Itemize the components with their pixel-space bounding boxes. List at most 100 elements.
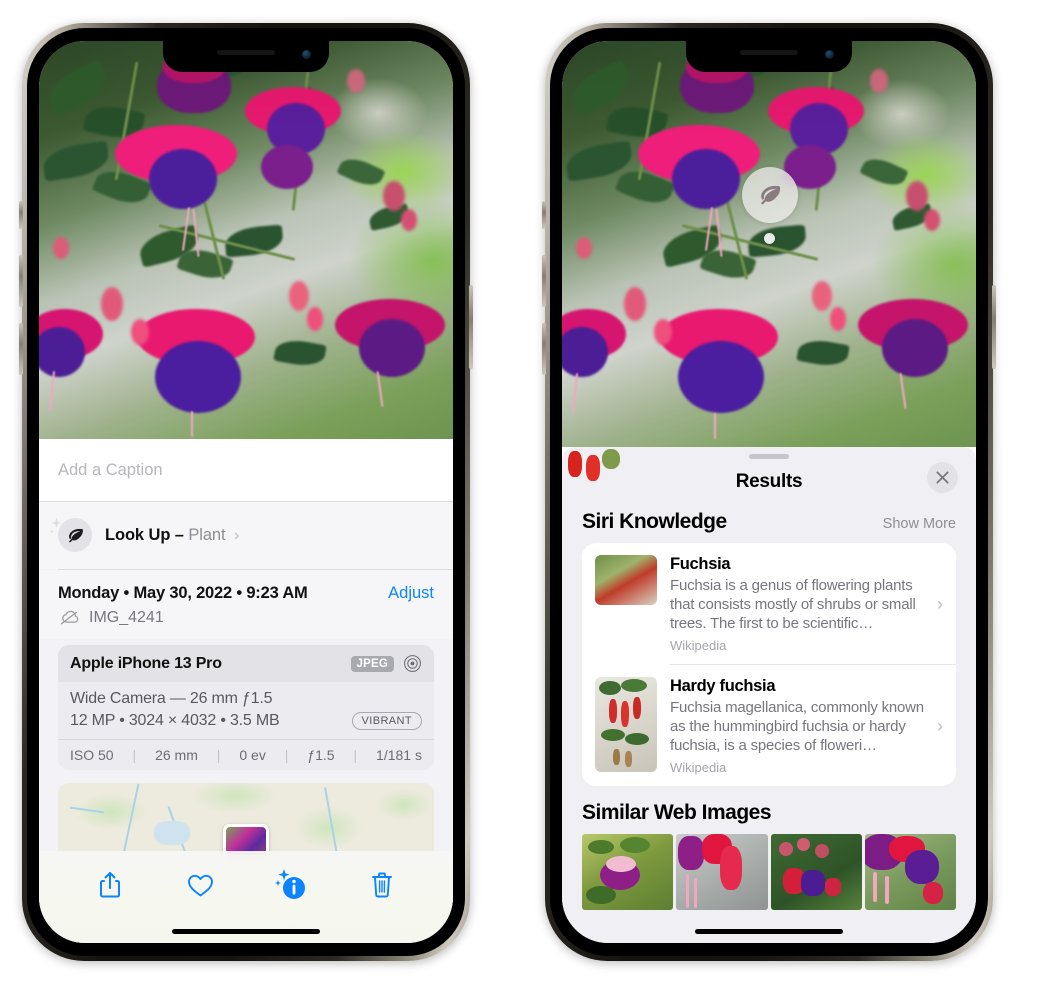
knowledge-title: Hardy fuchsia [670,677,776,695]
exif-row: ISO 50 | 26 mm | 0 ev | ƒ1.5 | 1/181 s [58,739,434,770]
leaf-icon [68,528,83,542]
front-camera-icon [302,50,311,59]
camera-lens-line: Wide Camera — 26 mm ƒ1.5 [70,690,273,707]
front-camera-icon [825,50,834,59]
photographic-style-badge: VIBRANT [351,712,422,730]
location-map[interactable] [58,783,434,855]
share-icon [100,872,121,898]
exif-ev: 0 ev [239,747,266,763]
share-button[interactable] [87,865,133,905]
similar-web-images-title: Similar Web Images [582,801,772,824]
right-phone-bezel: Results Siri Knowledge Show More Fuchsia… [550,28,988,956]
leaf-icon [761,185,781,205]
photo-date: Monday • May 30, 2022 • 9:23 AM [58,584,308,602]
close-icon [936,471,949,484]
chevron-right-icon: › [937,715,943,736]
camera-details-line: 12 MP • 3024 × 4032 • 3.5 MB [70,712,280,729]
silent-switch[interactable] [542,201,546,229]
results-sheet: Results Siri Knowledge Show More Fuchsia… [562,447,976,943]
visual-lookup-anchor-dot [764,233,775,244]
exif-divider: | [132,747,137,763]
camera-body: Wide Camera — 26 mm ƒ1.5 12 MP • 3024 × … [58,682,434,739]
left-phone-bezel: Add a Caption Look Up – Plant › Monday •… [27,28,465,956]
exif-divider: | [353,747,358,763]
knowledge-item[interactable]: Fuchsia Fuchsia is a genus of flowering … [568,449,956,664]
knowledge-text: Fuchsia Fuchsia is a genus of flowering … [670,555,924,653]
knowledge-description: Fuchsia is a genus of flowering plants t… [670,577,916,632]
info-button[interactable] [268,865,314,905]
notch [686,41,852,72]
power-button[interactable] [469,285,473,369]
look-up-label: Look Up – Plant › [105,526,239,545]
siri-knowledge-card: Fuchsia Fuchsia is a genus of flowering … [568,449,956,786]
earpiece-speaker [740,50,798,55]
exif-aperture: ƒ1.5 [307,747,335,763]
power-button[interactable] [992,285,996,369]
caption-input[interactable]: Add a Caption [39,439,453,502]
look-up-subject: Plant [188,525,226,544]
silent-switch[interactable] [19,201,23,229]
siri-knowledge-header: Siri Knowledge Show More [562,507,976,543]
right-iphone-device: Results Siri Knowledge Show More Fuchsia… [542,23,996,961]
close-button[interactable] [927,462,958,493]
info-sparkle-icon [275,869,306,899]
exif-divider: | [284,747,289,763]
look-up-dash: – [174,525,184,544]
chevron-right-icon: › [937,593,943,614]
metadata-section: Monday • May 30, 2022 • 9:23 AM Adjust I… [39,570,453,639]
aperture-icon [404,655,421,672]
knowledge-source: Wikipedia [670,638,727,653]
volume-down-button[interactable] [19,323,23,375]
photo-filename: IMG_4241 [89,609,164,626]
knowledge-source: Wikipedia [670,760,727,775]
format-badge: JPEG [350,655,394,672]
look-up-title: Look Up [105,525,171,544]
right-phone-screen: Results Siri Knowledge Show More Fuchsia… [562,41,976,943]
delete-button[interactable] [359,865,405,905]
similar-web-images-header: Similar Web Images [562,786,976,834]
photo-viewer[interactable] [39,41,453,439]
look-up-row[interactable]: Look Up – Plant › [39,502,453,569]
chevron-right-icon: › [233,526,240,544]
camera-info-card: Apple iPhone 13 Pro JPEG Wide Camera — 2… [58,645,434,770]
knowledge-item[interactable]: Hardy fuchsia Fuchsia magellanica, commo… [582,665,956,786]
web-image-thumbnail[interactable] [770,834,862,910]
exif-focal: 26 mm [155,747,198,763]
volume-up-button[interactable] [542,255,546,307]
cloud-slash-icon [60,610,79,625]
exif-divider: | [216,747,221,763]
knowledge-title: Fuchsia [670,555,731,573]
home-indicator[interactable] [172,929,320,934]
similar-web-images-strip[interactable] [562,834,976,910]
favorite-button[interactable] [178,865,224,905]
exif-shutter: 1/181 s [376,747,422,763]
photo-info-sheet: Add a Caption Look Up – Plant › Monday •… [39,439,453,943]
volume-up-button[interactable] [19,255,23,307]
knowledge-description: Fuchsia magellanica, commonly known as t… [670,699,924,754]
exif-iso: ISO 50 [70,747,114,763]
knowledge-text: Hardy fuchsia Fuchsia magellanica, commo… [670,677,924,775]
web-image-thumbnail[interactable] [582,834,674,910]
results-title: Results [735,471,803,492]
visual-lookup-marker[interactable] [742,167,798,223]
results-header: Results [562,459,976,507]
left-phone-screen: Add a Caption Look Up – Plant › Monday •… [39,41,453,943]
camera-header: Apple iPhone 13 Pro JPEG [58,645,434,682]
screenshot-stage: Add a Caption Look Up – Plant › Monday •… [0,0,1055,985]
notch [163,41,329,72]
leaf-badge [58,518,92,552]
heart-icon [188,874,214,896]
left-iphone-device: Add a Caption Look Up – Plant › Monday •… [19,23,473,961]
adjust-button[interactable]: Adjust [388,584,434,603]
show-more-button[interactable]: Show More [883,516,956,532]
earpiece-speaker [217,50,275,55]
trash-icon [371,872,392,898]
web-image-thumbnail[interactable] [864,834,956,910]
photo-viewer[interactable] [562,41,976,447]
home-indicator[interactable] [695,929,843,934]
web-image-thumbnail[interactable] [676,834,768,910]
camera-device: Apple iPhone 13 Pro [70,654,222,672]
knowledge-thumbnail [568,449,657,605]
knowledge-thumbnail [595,677,657,772]
volume-down-button[interactable] [542,323,546,375]
